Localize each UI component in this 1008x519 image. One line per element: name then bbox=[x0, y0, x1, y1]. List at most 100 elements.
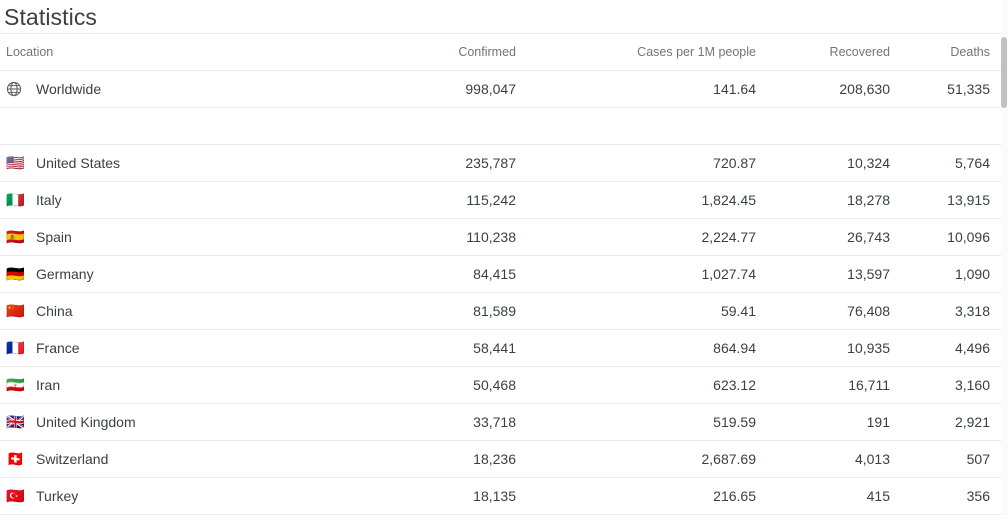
cell-location: 🇮🇹 Italy bbox=[0, 181, 402, 219]
page-title: Statistics bbox=[4, 4, 98, 30]
location-name: Worldwide bbox=[36, 81, 102, 97]
location-name: Italy bbox=[36, 192, 62, 208]
table-row[interactable]: 🇹🇷 Turkey 18,135 216.65 415 356 bbox=[0, 477, 1002, 515]
table-row[interactable]: 🇩🇪 Germany 84,415 1,027.74 13,597 1,090 bbox=[0, 255, 1002, 293]
cell-location: 🇪🇸 Spain bbox=[0, 218, 402, 256]
cell-cases-per-1m: 141.64 bbox=[532, 70, 772, 108]
cell-confirmed: 81,589 bbox=[402, 292, 532, 330]
cell-cases-per-1m: 720.87 bbox=[532, 144, 772, 182]
column-header-deaths[interactable]: Deaths bbox=[906, 33, 1002, 71]
cell-confirmed: 998,047 bbox=[402, 70, 532, 108]
cell-recovered: 18,278 bbox=[772, 181, 906, 219]
cell-deaths: 10,096 bbox=[906, 218, 1002, 256]
location-name: Turkey bbox=[36, 488, 79, 504]
flag-germany: 🇩🇪 bbox=[6, 265, 25, 283]
cell-deaths: 4,496 bbox=[906, 329, 1002, 367]
cell-location: 🇩🇪 Germany bbox=[0, 255, 402, 293]
cell-confirmed: 18,236 bbox=[402, 440, 532, 478]
cell-deaths: 5,764 bbox=[906, 144, 1002, 182]
cell-cases-per-1m: 216.65 bbox=[532, 477, 772, 515]
column-header-location[interactable]: Location bbox=[0, 33, 402, 71]
statistics-table: Location Confirmed Cases per 1M people R… bbox=[0, 33, 1002, 515]
column-header-cases-per-1m[interactable]: Cases per 1M people bbox=[532, 33, 772, 71]
cell-recovered: 76,408 bbox=[772, 292, 906, 330]
cell-location: 🇨🇭 Switzerland bbox=[0, 440, 402, 478]
table-row[interactable]: 🇨🇭 Switzerland 18,236 2,687.69 4,013 507 bbox=[0, 440, 1002, 478]
cell-deaths: 51,335 bbox=[906, 70, 1002, 108]
table-row[interactable]: 🇨🇳 China 81,589 59.41 76,408 3,318 bbox=[0, 292, 1002, 330]
location-name: Germany bbox=[36, 266, 94, 282]
table-row-worldwide[interactable]: Worldwide 998,047 141.64 208,630 51,335 bbox=[0, 70, 1002, 108]
table-header: Location Confirmed Cases per 1M people R… bbox=[0, 33, 1002, 71]
flag-united-states: 🇺🇸 bbox=[6, 154, 25, 172]
cell-location: 🇫🇷 France bbox=[0, 329, 402, 367]
column-header-confirmed[interactable]: Confirmed bbox=[402, 33, 532, 71]
cell-recovered: 13,597 bbox=[772, 255, 906, 293]
flag-china: 🇨🇳 bbox=[6, 302, 25, 320]
table-row[interactable]: 🇮🇹 Italy 115,242 1,824.45 18,278 13,915 bbox=[0, 181, 1002, 219]
cell-confirmed: 84,415 bbox=[402, 255, 532, 293]
statistics-page: Statistics Location Confirmed Cases per … bbox=[0, 0, 1008, 519]
cell-spacer bbox=[0, 107, 402, 145]
cell-confirmed: 33,718 bbox=[402, 403, 532, 441]
location-name: United Kingdom bbox=[36, 414, 136, 430]
cell-confirmed: 110,238 bbox=[402, 218, 532, 256]
cell-deaths: 2,921 bbox=[906, 403, 1002, 441]
flag-united-kingdom: 🇬🇧 bbox=[6, 413, 25, 431]
location-name: Iran bbox=[36, 377, 61, 393]
location-name: Spain bbox=[36, 229, 72, 245]
cell-location: 🇮🇷 Iran bbox=[0, 366, 402, 404]
cell-cases-per-1m: 1,824.45 bbox=[532, 181, 772, 219]
column-header-recovered[interactable]: Recovered bbox=[772, 33, 906, 71]
cell-location: 🇺🇸 United States bbox=[0, 144, 402, 182]
flag-switzerland: 🇨🇭 bbox=[6, 450, 25, 468]
table-row[interactable]: 🇪🇸 Spain 110,238 2,224.77 26,743 10,096 bbox=[0, 218, 1002, 256]
cell-deaths: 507 bbox=[906, 440, 1002, 478]
cell-spacer bbox=[906, 107, 1002, 145]
location-name: United States bbox=[36, 155, 121, 171]
scrollbar-thumb[interactable] bbox=[1001, 37, 1007, 108]
cell-recovered: 10,935 bbox=[772, 329, 906, 367]
cell-deaths: 356 bbox=[906, 477, 1002, 515]
cell-location: Worldwide bbox=[0, 70, 402, 108]
flag-france: 🇫🇷 bbox=[6, 339, 25, 357]
table-row[interactable]: 🇫🇷 France 58,441 864.94 10,935 4,496 bbox=[0, 329, 1002, 367]
flag-italy: 🇮🇹 bbox=[6, 191, 25, 209]
cell-cases-per-1m: 2,224.77 bbox=[532, 218, 772, 256]
cell-recovered: 10,324 bbox=[772, 144, 906, 182]
cell-cases-per-1m: 2,687.69 bbox=[532, 440, 772, 478]
cell-confirmed: 58,441 bbox=[402, 329, 532, 367]
location-name: Switzerland bbox=[36, 451, 109, 467]
cell-cases-per-1m: 1,027.74 bbox=[532, 255, 772, 293]
cell-confirmed: 115,242 bbox=[402, 181, 532, 219]
cell-deaths: 3,160 bbox=[906, 366, 1002, 404]
table-row[interactable]: 🇬🇧 United Kingdom 33,718 519.59 191 2,921 bbox=[0, 403, 1002, 441]
location-name: China bbox=[36, 303, 73, 319]
flag-spain: 🇪🇸 bbox=[6, 228, 25, 246]
cell-recovered: 415 bbox=[772, 477, 906, 515]
globe-icon bbox=[6, 81, 28, 97]
vertical-scrollbar[interactable] bbox=[1001, 0, 1008, 519]
cell-location: 🇨🇳 China bbox=[0, 292, 402, 330]
cell-spacer bbox=[402, 107, 532, 145]
flag-iran: 🇮🇷 bbox=[6, 376, 25, 394]
cell-recovered: 191 bbox=[772, 403, 906, 441]
cell-spacer bbox=[772, 107, 906, 145]
cell-cases-per-1m: 59.41 bbox=[532, 292, 772, 330]
cell-deaths: 3,318 bbox=[906, 292, 1002, 330]
cell-recovered: 26,743 bbox=[772, 218, 906, 256]
cell-confirmed: 50,468 bbox=[402, 366, 532, 404]
table-body: Worldwide 998,047 141.64 208,630 51,335 … bbox=[0, 70, 1002, 515]
cell-recovered: 208,630 bbox=[772, 70, 906, 108]
cell-spacer bbox=[532, 107, 772, 145]
table-header-row: Location Confirmed Cases per 1M people R… bbox=[0, 33, 1002, 71]
cell-deaths: 13,915 bbox=[906, 181, 1002, 219]
cell-location: 🇹🇷 Turkey bbox=[0, 477, 402, 515]
table-row[interactable]: 🇮🇷 Iran 50,468 623.12 16,711 3,160 bbox=[0, 366, 1002, 404]
cell-deaths: 1,090 bbox=[906, 255, 1002, 293]
cell-recovered: 16,711 bbox=[772, 366, 906, 404]
cell-location: 🇬🇧 United Kingdom bbox=[0, 403, 402, 441]
cell-confirmed: 235,787 bbox=[402, 144, 532, 182]
table-row[interactable]: 🇺🇸 United States 235,787 720.87 10,324 5,764 bbox=[0, 144, 1002, 182]
cell-cases-per-1m: 519.59 bbox=[532, 403, 772, 441]
